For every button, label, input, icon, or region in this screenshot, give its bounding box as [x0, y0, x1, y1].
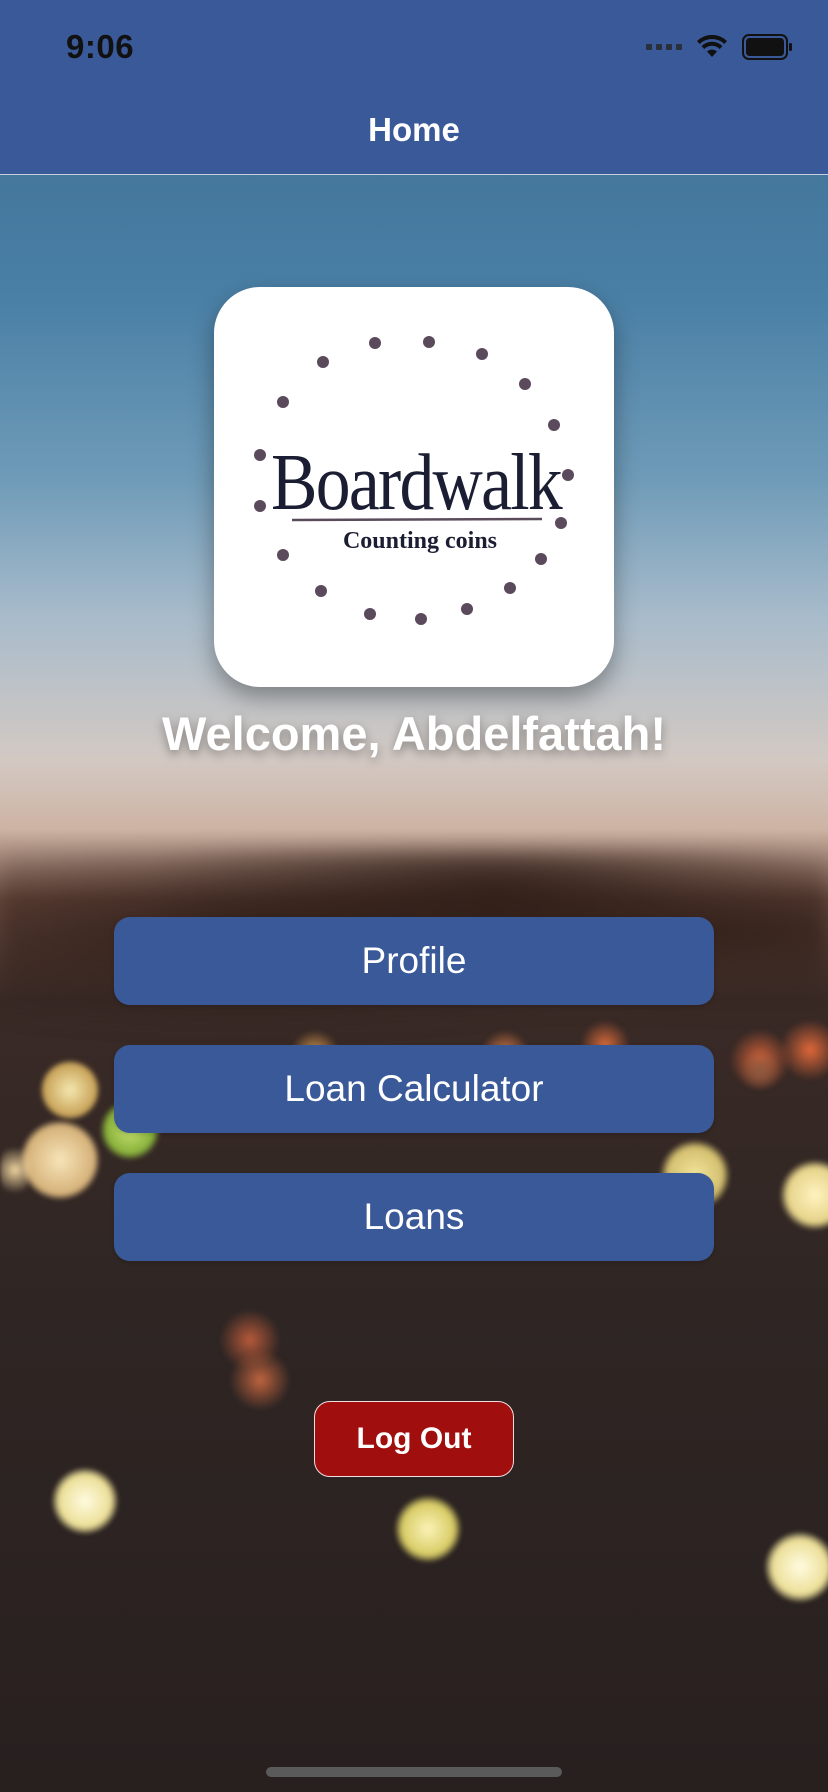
- loan-calculator-button[interactable]: Loan Calculator: [114, 1045, 714, 1133]
- bokeh-light: [40, 1060, 100, 1120]
- bokeh-light: [765, 1532, 828, 1602]
- logo-tagline: Counting coins: [343, 528, 497, 554]
- bokeh-light: [780, 1160, 828, 1230]
- bokeh-light: [740, 1050, 780, 1090]
- home-indicator[interactable]: [266, 1767, 562, 1777]
- bokeh-light: [395, 1496, 461, 1562]
- loans-button[interactable]: Loans: [114, 1173, 714, 1261]
- log-out-button[interactable]: Log Out: [314, 1401, 514, 1477]
- battery-icon: [742, 34, 792, 60]
- boardwalk-logo-graphic: Boardwalk Counting coins: [254, 336, 574, 625]
- wifi-icon: [697, 35, 727, 57]
- app-logo: Boardwalk Counting coins: [214, 287, 614, 687]
- bokeh-light: [52, 1468, 118, 1534]
- profile-button[interactable]: Profile: [114, 917, 714, 1005]
- bokeh-light: [0, 1140, 30, 1200]
- page-title: Home: [368, 111, 460, 148]
- bokeh-light: [220, 1310, 280, 1370]
- logo-wordmark: Boardwalk: [271, 439, 563, 527]
- status-icons: [646, 34, 794, 60]
- home-screen: 9:06 Home Boardwalk Counting coins Welco…: [0, 0, 828, 1792]
- bokeh-light: [20, 1120, 100, 1200]
- status-time: 9:06: [66, 28, 135, 65]
- navigation-bar: Home: [0, 88, 828, 175]
- cellular-signal-icon: [646, 44, 682, 50]
- status-bar: 9:06: [0, 0, 828, 88]
- welcome-message: Welcome, Abdelfattah!: [161, 707, 666, 760]
- bokeh-light: [230, 1350, 290, 1410]
